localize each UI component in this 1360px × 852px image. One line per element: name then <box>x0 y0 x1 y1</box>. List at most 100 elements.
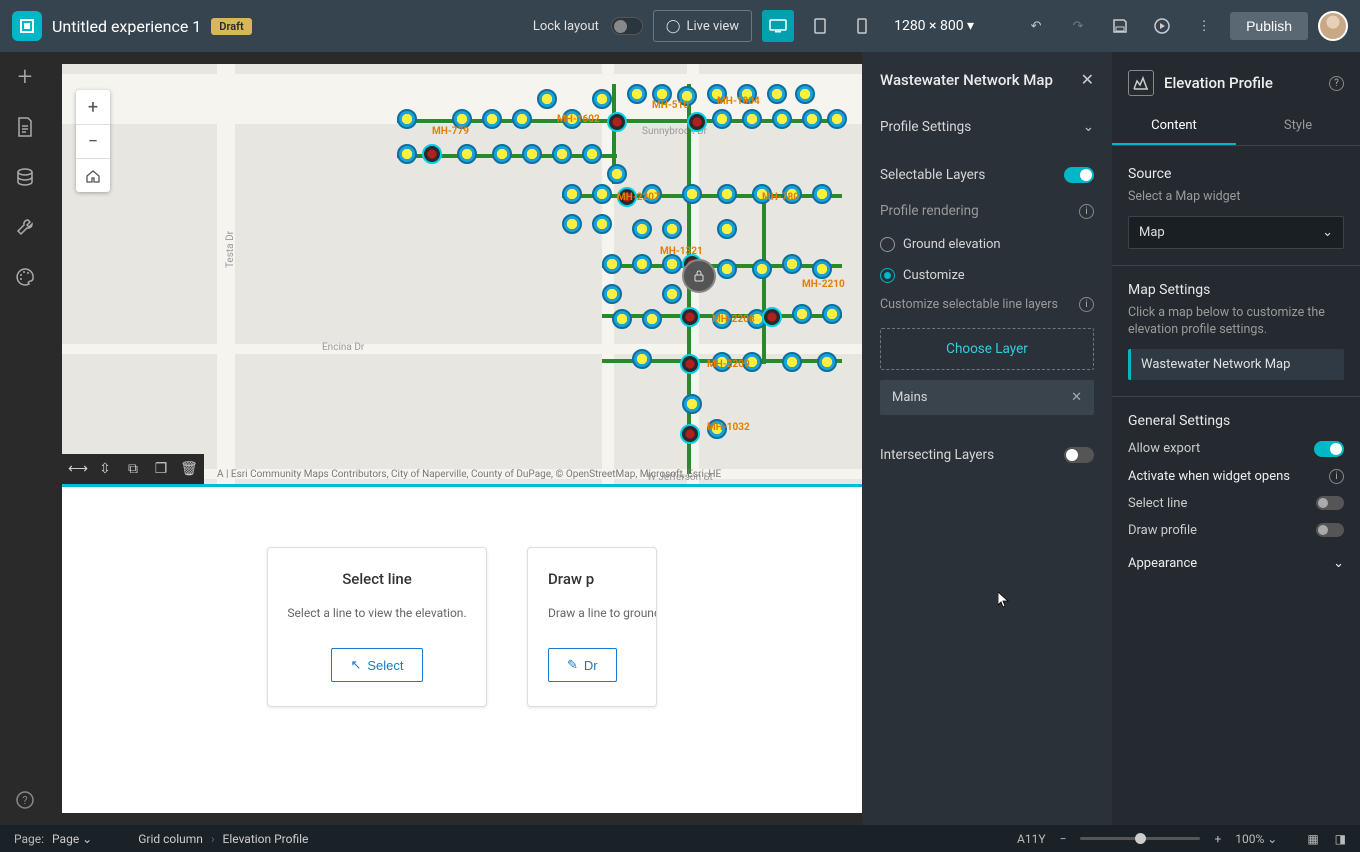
customize-radio[interactable]: Customize <box>862 260 1112 291</box>
zoom-in-button[interactable]: + <box>76 90 110 124</box>
info-icon[interactable]: i <box>1079 204 1094 219</box>
allow-export-toggle[interactable] <box>1314 441 1344 457</box>
draw-profile-card: Draw p Draw a line to ground elevati ✎ D… <box>527 547 657 707</box>
close-icon[interactable]: ✕ <box>1081 70 1094 89</box>
chevron-down-icon: ⌄ <box>1083 119 1094 135</box>
cursor-icon: ↖ <box>350 657 361 673</box>
profile-rendering-row: Profile rendering i <box>862 193 1112 229</box>
tab-style[interactable]: Style <box>1236 108 1360 145</box>
help-button[interactable]: ? <box>12 787 38 813</box>
device-tablet-button[interactable] <box>804 10 836 42</box>
remove-chip-icon[interactable]: ✕ <box>1071 390 1082 405</box>
draw-button[interactable]: ✎ Dr <box>548 648 617 682</box>
map-config-chip[interactable]: Wastewater Network Map <box>1128 349 1344 380</box>
page-dropdown[interactable]: Page ⌄ <box>52 832 92 846</box>
zoom-out-sm-button[interactable]: − <box>1060 832 1067 846</box>
zoom-out-button[interactable]: − <box>76 124 110 158</box>
pencil-icon: ✎ <box>567 657 578 673</box>
elevation-profile-icon <box>1128 70 1154 96</box>
elevation-profile-widget[interactable]: Select line Select a line to view the el… <box>62 484 862 813</box>
appearance-label: Appearance <box>1128 556 1197 571</box>
device-desktop-button[interactable] <box>762 10 794 42</box>
zoom-slider[interactable] <box>1080 837 1200 840</box>
map-widget-select[interactable]: Map ⌄ <box>1128 216 1344 249</box>
select-line-toggle[interactable] <box>1316 496 1344 510</box>
publish-button[interactable]: Publish <box>1230 12 1308 40</box>
layout-view-icon[interactable]: ◨ <box>1335 832 1346 846</box>
selectable-layers-row: Selectable Layers <box>862 157 1112 193</box>
map-widget[interactable]: Encina Dr Sunnybrook Dr W Jefferson St T… <box>62 64 862 484</box>
select-line-label: Select line <box>1128 496 1187 511</box>
manhole-label: MH-780 <box>762 192 799 203</box>
profile-settings-row[interactable]: Profile Settings ⌄ <box>862 109 1112 145</box>
width-tool-icon[interactable]: ⟷ <box>68 461 86 477</box>
manhole-label: MH-2208 <box>712 314 755 325</box>
breadcrumb-item[interactable]: Elevation Profile <box>223 832 309 846</box>
map-settings-hint: Click a map below to customize the eleva… <box>1128 304 1344 339</box>
canvas[interactable]: Encina Dr Sunnybrook Dr W Jefferson St T… <box>62 64 862 813</box>
selectable-layers-toggle[interactable] <box>1064 167 1094 183</box>
a11y-label[interactable]: A11Y <box>1017 832 1046 846</box>
live-view-button[interactable]: ◯ Live view <box>653 10 752 42</box>
map-zoom-control: + − <box>76 90 110 192</box>
appearance-row[interactable]: Appearance ⌄ <box>1128 556 1344 571</box>
lock-layout-toggle[interactable] <box>611 17 643 35</box>
experience-title[interactable]: Untitled experience 1 <box>52 17 201 36</box>
source-hint: Select a Map widget <box>1128 188 1344 206</box>
select-button-label: Select <box>367 658 403 673</box>
manhole-label: MH-510 <box>652 100 689 111</box>
info-icon[interactable]: i <box>1079 297 1094 312</box>
card-title: Select line <box>286 570 468 588</box>
add-widget-button[interactable]: + <box>12 64 38 90</box>
device-phone-button[interactable] <box>846 10 878 42</box>
preview-button[interactable] <box>1146 10 1178 42</box>
tab-content[interactable]: Content <box>1112 108 1236 145</box>
user-avatar[interactable] <box>1318 11 1348 41</box>
config-tabs: Content Style <box>1112 108 1360 146</box>
draw-profile-toggle[interactable] <box>1316 523 1344 537</box>
layer-chip-label: Mains <box>892 390 927 405</box>
theme-button[interactable] <box>12 264 38 290</box>
intersecting-layers-label: Intersecting Layers <box>880 447 994 463</box>
select-button[interactable]: ↖ Select <box>331 648 422 682</box>
undo-button[interactable]: ↶ <box>1020 10 1052 42</box>
grid-view-icon[interactable]: ▦ <box>1307 832 1318 846</box>
info-icon[interactable]: i <box>1329 469 1344 484</box>
activate-label: Activate when widget opens <box>1128 469 1290 484</box>
manhole-label: MH-779 <box>432 126 469 137</box>
save-button[interactable] <box>1104 10 1136 42</box>
widget-config-panel: Elevation Profile ? Content Style Source… <box>1112 52 1360 825</box>
copy-icon[interactable]: ❐ <box>152 461 170 477</box>
layer-chip: Mains ✕ <box>880 380 1094 415</box>
lock-icon <box>682 259 716 293</box>
manhole-label: MH-1032 <box>707 422 750 433</box>
zoom-in-sm-button[interactable]: + <box>1214 832 1221 846</box>
breadcrumb-item[interactable]: Grid column <box>138 832 203 846</box>
utilities-button[interactable] <box>12 214 38 240</box>
page-panel-button[interactable] <box>12 114 38 140</box>
delete-icon[interactable]: 🗑 <box>180 461 198 477</box>
zoom-value[interactable]: 100% ⌄ <box>1235 832 1277 846</box>
customize-hint-row: Customize selectable line layers i <box>862 291 1112 318</box>
map-settings-title: Map Settings <box>1128 282 1344 298</box>
road-label: Encina Dr <box>322 342 364 353</box>
more-menu-button[interactable]: ⋮ <box>1188 10 1220 42</box>
home-extent-button[interactable] <box>76 158 110 192</box>
ground-elevation-radio[interactable]: Ground elevation <box>862 229 1112 260</box>
app-logo[interactable] <box>12 11 42 41</box>
draft-badge: Draft <box>211 18 251 35</box>
help-icon[interactable]: ? <box>1329 76 1344 91</box>
intersecting-layers-toggle[interactable] <box>1064 447 1094 463</box>
height-tool-icon[interactable]: ⇳ <box>96 461 114 477</box>
duplicate-icon[interactable]: ⧉ <box>124 461 142 477</box>
road-label: Testa Dr <box>225 231 236 268</box>
choose-layer-button[interactable]: Choose Layer <box>880 328 1094 370</box>
intersecting-layers-row: Intersecting Layers <box>862 437 1112 473</box>
data-panel-button[interactable] <box>12 164 38 190</box>
card-description: Draw a line to ground elevati <box>548 604 656 622</box>
canvas-dimensions[interactable]: 1280 × 800 ▾ <box>894 18 974 34</box>
manhole-label: MH-1804 <box>717 96 760 107</box>
redo-button[interactable]: ↷ <box>1062 10 1094 42</box>
manhole-label: MH-2209 <box>707 359 750 370</box>
ground-elevation-label: Ground elevation <box>903 237 1001 252</box>
